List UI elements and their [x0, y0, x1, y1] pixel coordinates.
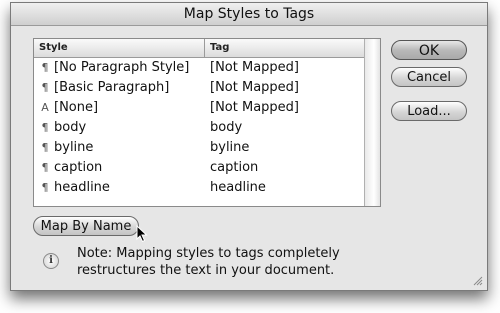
paragraph-icon: ¶ [41, 61, 49, 74]
cancel-button[interactable]: Cancel [391, 67, 467, 87]
ok-button[interactable]: OK [391, 40, 467, 60]
paragraph-icon: ¶ [41, 141, 49, 154]
style-name: [No Paragraph Style] [54, 60, 190, 75]
tag-name[interactable]: byline [210, 140, 249, 155]
paragraph-icon: ¶ [41, 181, 49, 194]
paragraph-icon: ¶ [41, 81, 49, 94]
column-header-tag[interactable]: Tag [210, 39, 229, 57]
list-header: Style Tag [34, 39, 364, 58]
style-name: caption [54, 160, 103, 175]
table-row[interactable]: ¶ byline byline [34, 139, 364, 159]
paragraph-icon: ¶ [41, 121, 49, 134]
note-text: Note: Mapping styles to tags completely … [77, 246, 340, 278]
column-divider [204, 39, 205, 57]
character-icon: A [41, 101, 49, 114]
list-rows: ¶ [No Paragraph Style] [Not Mapped] ¶ [B… [34, 59, 364, 199]
load-button[interactable]: Load... [391, 101, 467, 121]
table-row[interactable]: ¶ body body [34, 119, 364, 139]
style-name: [Basic Paragraph] [54, 80, 170, 95]
style-name: headline [54, 180, 110, 195]
tag-name[interactable]: caption [210, 160, 258, 175]
tag-name[interactable]: [Not Mapped] [210, 80, 299, 95]
dialog-title: Map Styles to Tags [11, 3, 487, 26]
style-name: [None] [54, 100, 99, 115]
map-by-name-button[interactable]: Map By Name [33, 216, 139, 236]
table-row[interactable]: ¶ [No Paragraph Style] [Not Mapped] [34, 59, 364, 79]
tag-name[interactable]: headline [210, 180, 266, 195]
table-row[interactable]: ¶ [Basic Paragraph] [Not Mapped] [34, 79, 364, 99]
tag-name[interactable]: body [210, 120, 242, 135]
mouse-pointer-icon [136, 225, 148, 243]
style-tag-list[interactable]: Style Tag ¶ [No Paragraph Style] [Not Ma… [33, 38, 381, 207]
info-icon: i [43, 253, 59, 269]
paragraph-icon: ¶ [41, 161, 49, 174]
table-row[interactable]: ¶ headline headline [34, 179, 364, 199]
resize-grip-icon[interactable] [471, 274, 483, 286]
map-styles-dialog: Map Styles to Tags Style Tag ¶ [No Parag… [10, 2, 488, 291]
column-header-style[interactable]: Style [39, 39, 68, 57]
table-row[interactable]: ¶ caption caption [34, 159, 364, 179]
style-name: byline [54, 140, 94, 155]
style-name: body [54, 120, 87, 135]
vertical-scrollbar[interactable] [364, 39, 380, 206]
tag-name[interactable]: [Not Mapped] [210, 100, 299, 115]
table-row[interactable]: A [None] [Not Mapped] [34, 99, 364, 119]
tag-name[interactable]: [Not Mapped] [210, 60, 299, 75]
